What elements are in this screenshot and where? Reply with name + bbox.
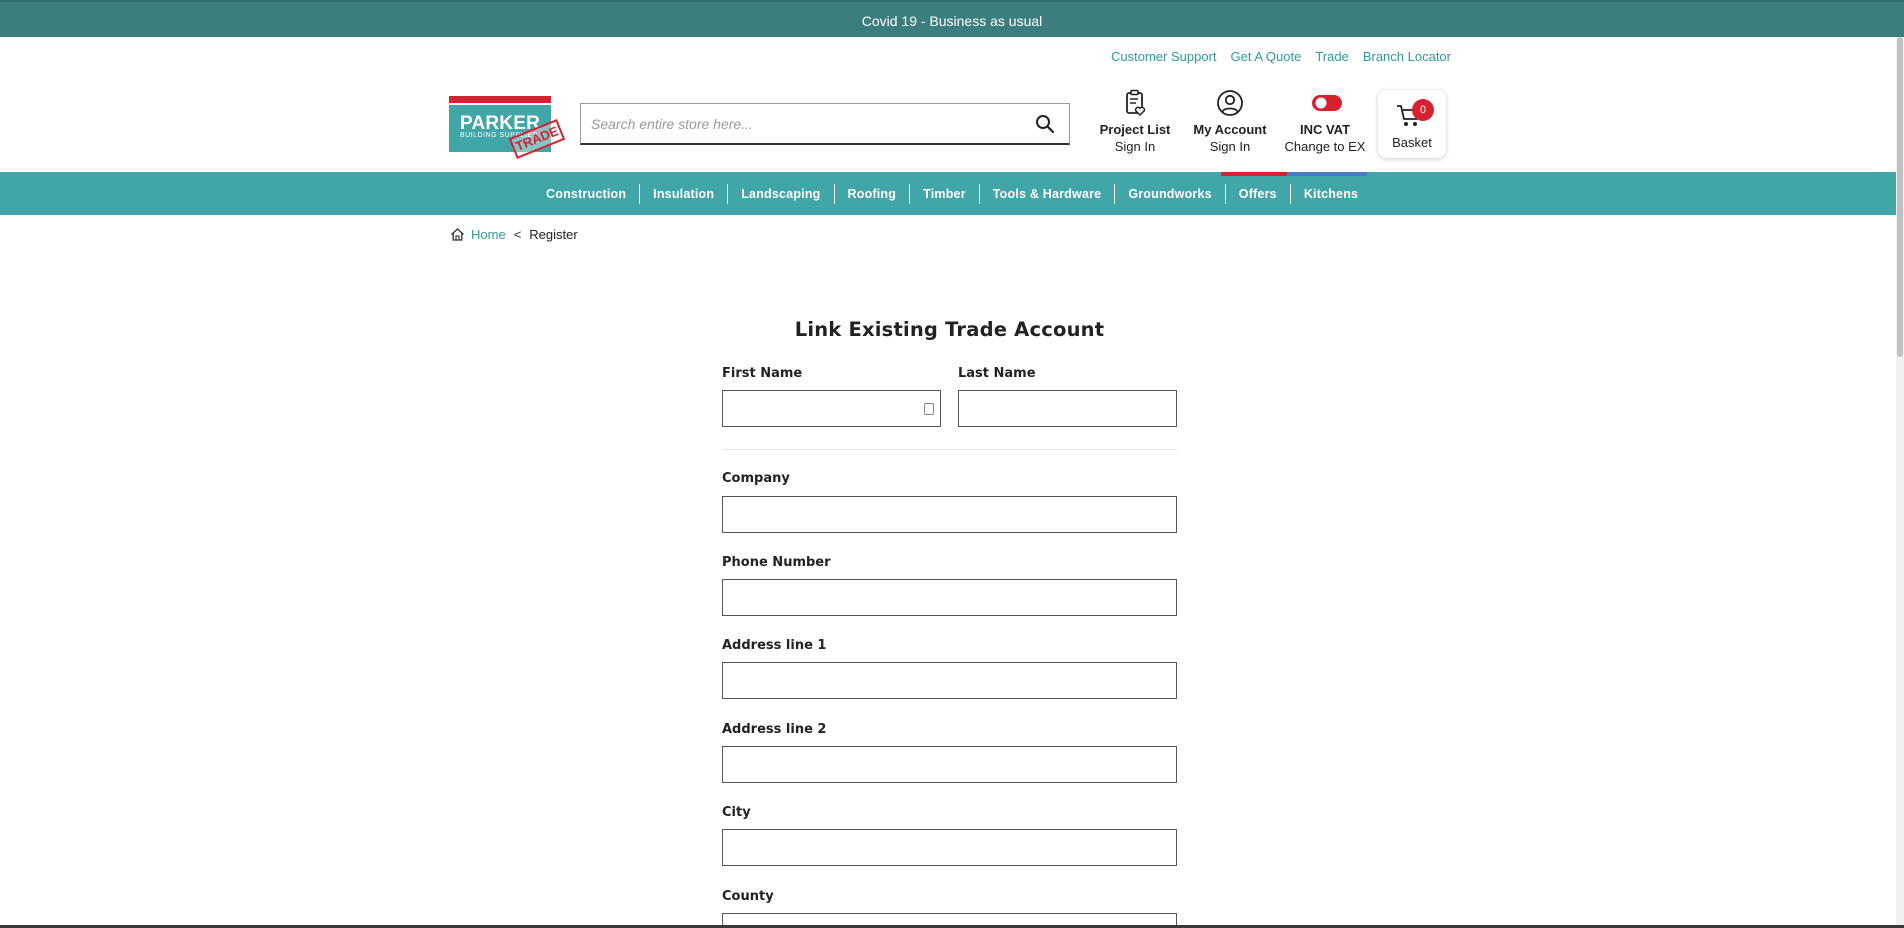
link-get-a-quote[interactable]: Get A Quote [1231, 49, 1302, 64]
address-line-2-label: Address line 2 [722, 722, 827, 737]
nav-groundworks[interactable]: Groundworks [1114, 183, 1224, 204]
logo-red-bar [449, 96, 551, 103]
my-account-button[interactable]: My Account Sign In [1190, 88, 1270, 154]
county-label: County [722, 889, 774, 904]
address-line-1-input[interactable] [723, 663, 1176, 698]
search-button[interactable] [1035, 114, 1057, 136]
last-name-field[interactable] [958, 390, 1177, 427]
nav-offers[interactable]: Offers [1224, 183, 1290, 204]
project-list-signin: Sign In [1114, 139, 1156, 154]
phone-field[interactable] [722, 579, 1177, 616]
phone-input[interactable] [723, 580, 1176, 615]
first-name-input[interactable] [723, 391, 940, 426]
my-account-signin: Sign In [1209, 139, 1251, 154]
user-icon [1215, 88, 1245, 118]
autofill-icon[interactable] [924, 403, 934, 415]
announcement-text: Covid 19 - Business as usual [861, 13, 1043, 29]
nav-kitchens[interactable]: Kitchens [1289, 183, 1371, 204]
toggle-switch-icon [1310, 88, 1342, 118]
address-line-1-label: Address line 1 [722, 638, 827, 653]
search-icon [1036, 115, 1055, 134]
address-line-1-field[interactable] [722, 662, 1177, 699]
link-customer-support[interactable]: Customer Support [1111, 49, 1217, 64]
breadcrumb-separator: < [513, 227, 522, 242]
nav-timber[interactable]: Timber [909, 183, 979, 204]
vat-title: INC VAT [1299, 122, 1351, 137]
link-branch-locator[interactable]: Branch Locator [1363, 49, 1451, 64]
top-links: Customer Support Get A Quote Trade Branc… [1111, 49, 1451, 64]
company-input[interactable] [723, 497, 1176, 532]
first-name-field[interactable] [722, 390, 941, 427]
last-name-input[interactable] [959, 391, 1176, 426]
county-field[interactable] [722, 913, 1177, 928]
last-name-label: Last Name [958, 366, 1036, 381]
search-input[interactable] [591, 112, 1011, 136]
kitchens-accent-bar [1287, 172, 1367, 176]
phone-label: Phone Number [722, 555, 831, 570]
announcement-bar: Covid 19 - Business as usual [0, 0, 1904, 37]
register-form: Link Existing Trade Account [722, 318, 1177, 341]
company-label: Company [722, 471, 790, 486]
address-line-2-input[interactable] [723, 747, 1176, 782]
form-divider [722, 449, 1177, 450]
company-field[interactable] [722, 496, 1177, 533]
city-input[interactable] [723, 830, 1176, 865]
form-title: Link Existing Trade Account [794, 318, 1105, 341]
basket-label: Basket [1392, 135, 1432, 150]
project-list-button[interactable]: Project List Sign In [1095, 88, 1175, 154]
address-line-2-field[interactable] [722, 746, 1177, 783]
vat-change: Change to EX [1284, 139, 1366, 154]
city-field[interactable] [722, 829, 1177, 866]
breadcrumb-home-link[interactable]: Home [471, 227, 506, 242]
first-name-label: First Name [722, 366, 803, 381]
clipboard-heart-icon [1120, 88, 1150, 118]
nav-landscaping[interactable]: Landscaping [727, 183, 833, 204]
basket-count-badge: 0 [1412, 99, 1434, 121]
vat-toggle[interactable]: INC VAT Change to EX [1282, 88, 1368, 154]
nav-roofing[interactable]: Roofing [833, 183, 910, 204]
nav-tools-hardware[interactable]: Tools & Hardware [978, 183, 1115, 204]
breadcrumb: Home < Register [450, 227, 578, 242]
main-navigation: Construction Insulation Landscaping Roof… [0, 172, 1904, 215]
nav-insulation[interactable]: Insulation [639, 183, 727, 204]
basket-button[interactable]: 0 Basket [1378, 90, 1446, 158]
search-bar [580, 103, 1070, 145]
breadcrumb-current: Register [529, 227, 578, 242]
home-icon [451, 228, 464, 241]
site-logo[interactable]: PARKER BUILDING SUPPLIES TRADE [449, 96, 566, 159]
nav-construction[interactable]: Construction [533, 184, 639, 204]
my-account-title: My Account [1193, 122, 1267, 137]
page-scrollbar-thumb[interactable] [1897, 37, 1903, 357]
offers-accent-bar [1221, 172, 1287, 176]
project-list-title: Project List [1099, 122, 1171, 137]
link-trade[interactable]: Trade [1315, 49, 1348, 64]
city-label: City [722, 805, 751, 820]
